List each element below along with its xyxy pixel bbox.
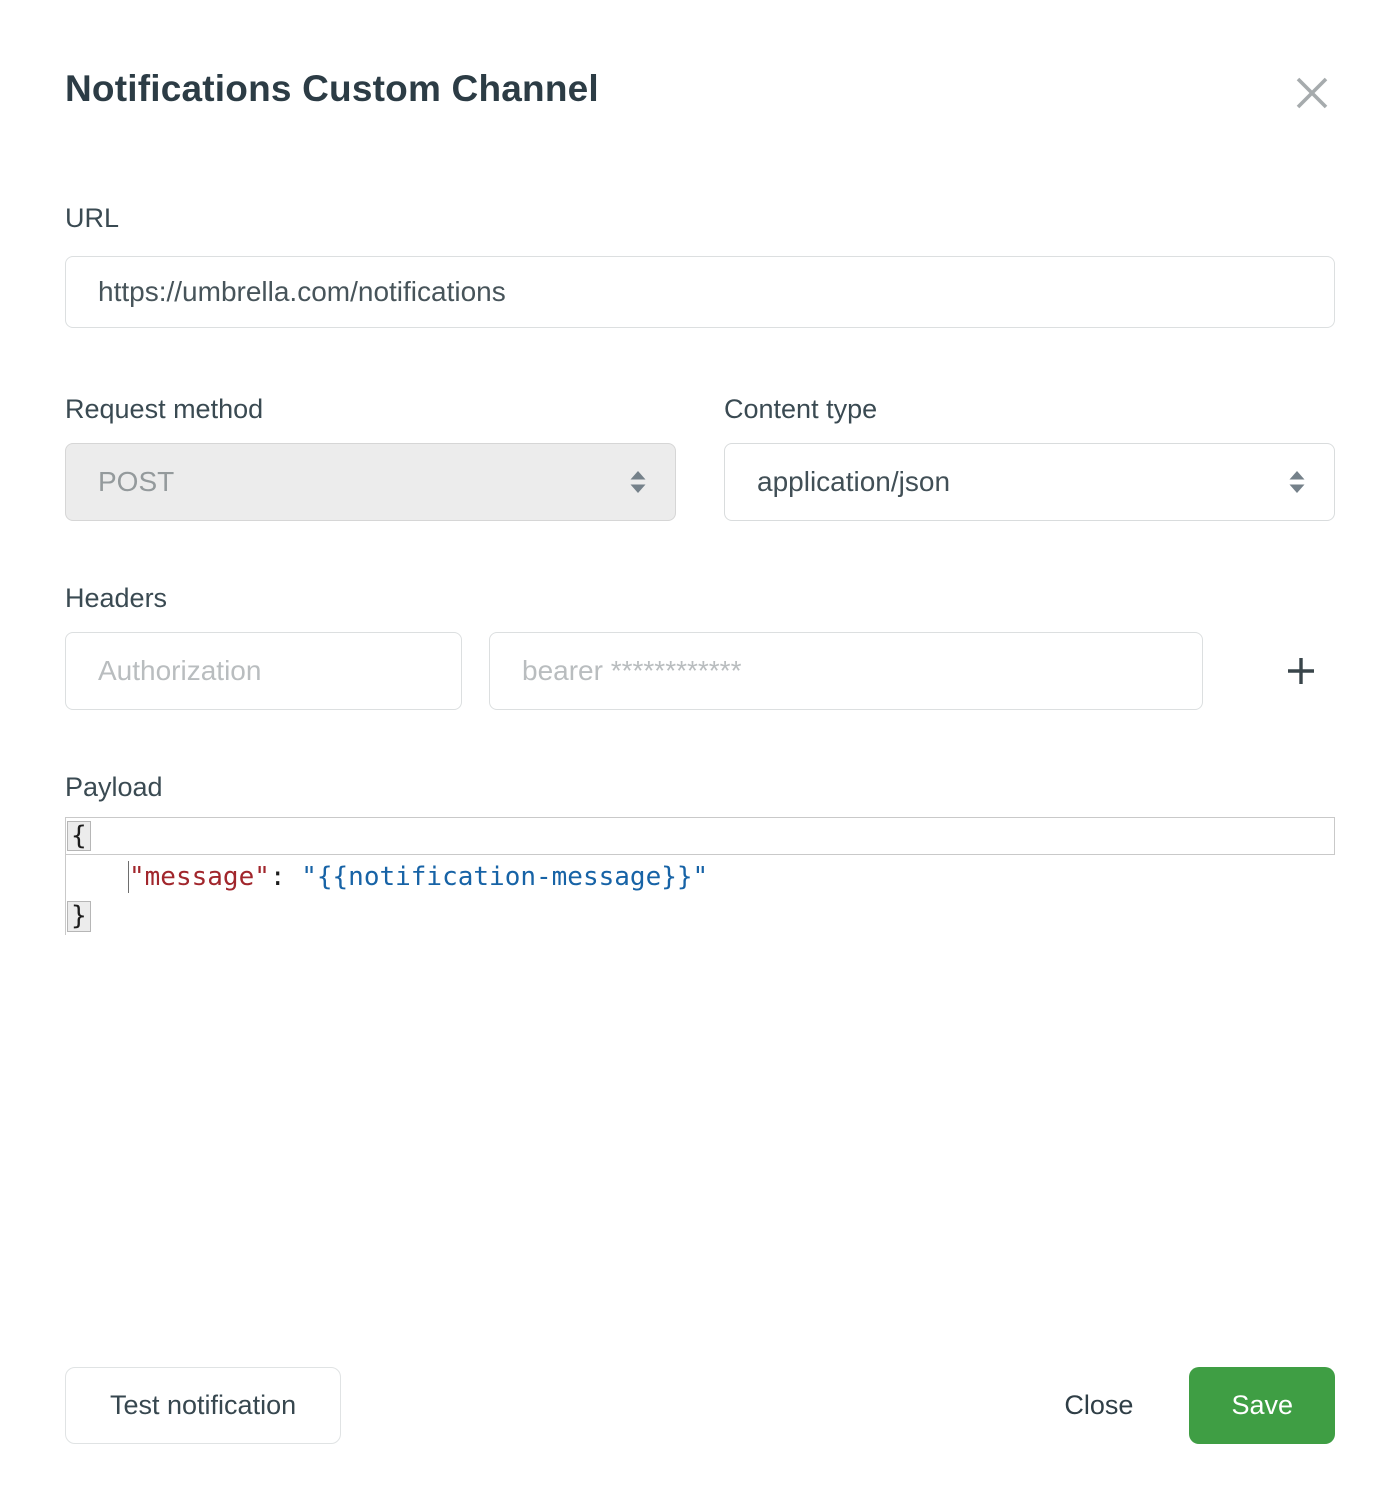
json-separator-token: : — [270, 862, 301, 892]
updown-arrows-icon — [627, 469, 649, 495]
page-title: Notifications Custom Channel — [65, 68, 599, 110]
header-row — [65, 632, 1335, 710]
request-method-group: Request method POST — [65, 394, 676, 521]
headers-group: Headers — [65, 583, 1335, 710]
close-x-glyph — [1293, 74, 1331, 112]
request-method-select[interactable]: POST — [65, 443, 676, 521]
dialog-header: Notifications Custom Channel — [65, 68, 1335, 119]
payload-line-1: { — [65, 817, 1335, 855]
header-value-input[interactable] — [489, 632, 1203, 710]
dialog-footer: Test notification Close Save — [65, 1367, 1335, 1444]
open-brace-token: { — [67, 821, 91, 852]
payload-label: Payload — [65, 772, 1335, 803]
content-type-select[interactable]: application/json — [724, 443, 1335, 521]
method-content-row: Request method POST Content type applica… — [65, 394, 1335, 521]
add-header-button[interactable] — [1279, 649, 1323, 693]
payload-group: Payload { "message" : "{{notification-me… — [65, 772, 1335, 935]
content-type-group: Content type application/json — [724, 394, 1335, 521]
request-method-label: Request method — [65, 394, 676, 425]
json-key-token: "message" — [129, 862, 270, 892]
payload-line-3: } — [65, 898, 1335, 935]
content-type-value: application/json — [757, 466, 950, 498]
json-value-token: "{{notification-message}}" — [301, 862, 708, 892]
payload-line-2: "message" : "{{notification-message}}" — [65, 855, 1335, 898]
url-field-group: URL — [65, 203, 1335, 328]
payload-editor[interactable]: { "message" : "{{notification-message}}"… — [65, 817, 1335, 935]
save-button[interactable]: Save — [1189, 1367, 1335, 1444]
plus-icon — [1285, 655, 1317, 687]
request-method-value: POST — [98, 466, 174, 498]
updown-arrows-icon — [1286, 469, 1308, 495]
close-brace-token: } — [67, 901, 91, 932]
content-type-label: Content type — [724, 394, 1335, 425]
close-button[interactable]: Close — [1064, 1390, 1133, 1421]
headers-label: Headers — [65, 583, 1335, 614]
url-label: URL — [65, 203, 1335, 234]
notifications-custom-channel-dialog: Notifications Custom Channel URL Request… — [0, 0, 1400, 1508]
url-input[interactable] — [65, 256, 1335, 328]
test-notification-button[interactable]: Test notification — [65, 1367, 341, 1444]
close-icon[interactable] — [1289, 70, 1335, 119]
header-key-input[interactable] — [65, 632, 462, 710]
